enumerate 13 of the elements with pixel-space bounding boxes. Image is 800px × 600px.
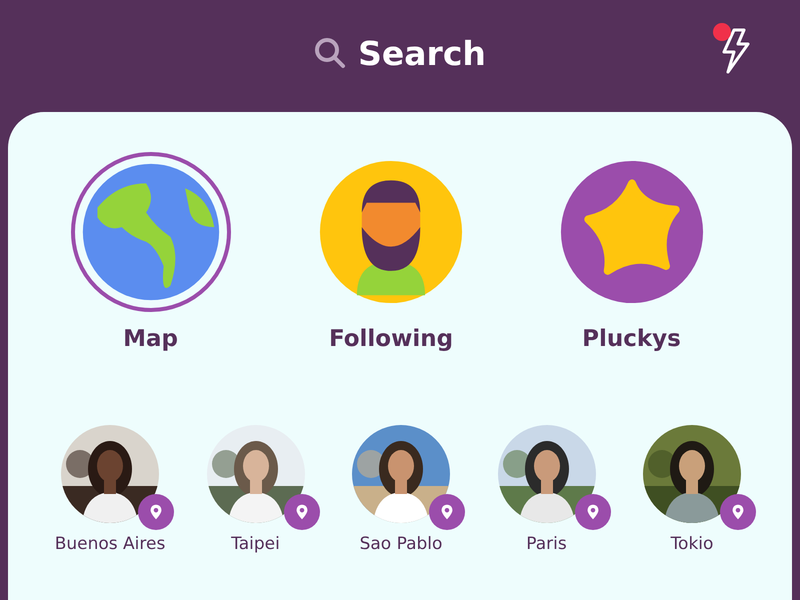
category-label: Pluckys [582, 326, 681, 352]
place-label: Sao Pablo [360, 534, 442, 554]
place-label: Paris [526, 534, 567, 554]
place-label: Taipei [231, 534, 280, 554]
category-label: Map [123, 326, 178, 352]
place-label: Buenos Aires [54, 534, 166, 554]
location-pin-icon[interactable] [720, 494, 756, 530]
place-label: Tokio [670, 534, 714, 554]
search-icon [314, 37, 346, 69]
page-title: Search [358, 34, 486, 72]
location-pin-icon[interactable] [138, 494, 174, 530]
category-button[interactable] [70, 152, 230, 312]
category-label: Following [328, 326, 454, 352]
